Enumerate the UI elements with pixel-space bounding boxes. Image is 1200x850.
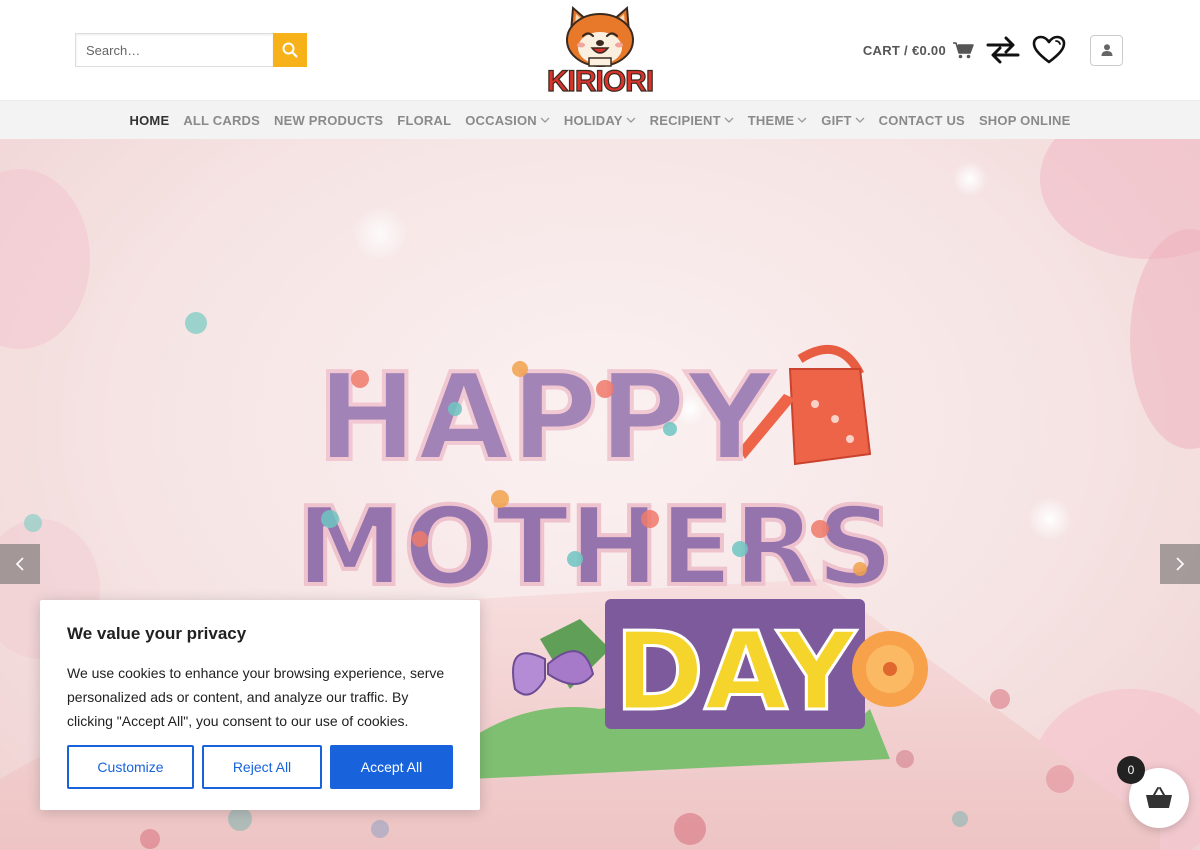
nav-item-occasion[interactable]: OCCASION — [465, 113, 550, 128]
nav-item-label: OCCASION — [465, 112, 537, 128]
cookie-description: We use cookies to enhance your browsing … — [67, 665, 445, 729]
search-icon — [282, 42, 298, 58]
main-nav: HOME ALL CARDS NEW PRODUCTS FLORAL OCCASION H… — [0, 100, 1200, 139]
chevron-down-icon — [797, 116, 807, 124]
heart-icon[interactable] — [1032, 35, 1066, 65]
nav-item-label: GIFT — [821, 112, 852, 128]
nav-item-new-products[interactable]: NEW PRODUCTS — [274, 113, 383, 128]
shiba-dog-logo — [566, 5, 634, 67]
site-header: KIRIORI CART / €0.00 — [0, 0, 1200, 100]
nav-item-all-cards[interactable]: ALL CARDS — [183, 113, 260, 128]
cookie-consent-banner: We value your privacy We use cookies to … — [40, 600, 480, 810]
slider-prev-button[interactable] — [0, 544, 40, 584]
cookie-buttons: Customize Reject All Accept All — [67, 745, 453, 789]
nav-item-label: ALL CARDS — [183, 112, 260, 128]
hero-happy-text: HAPPY — [317, 349, 775, 488]
nav-list: HOME ALL CARDS NEW PRODUCTS FLORAL OCCASION H… — [0, 101, 1200, 139]
nav-item-theme[interactable]: THEME — [748, 113, 808, 128]
customize-button[interactable]: Customize — [67, 745, 194, 789]
nav-item-shop-online[interactable]: SHOP ONLINE — [979, 113, 1071, 128]
chevron-left-icon — [15, 557, 24, 571]
nav-item-recipient[interactable]: RECIPIENT — [650, 113, 734, 128]
hero-day-text: DAY — [614, 610, 857, 735]
chevron-down-icon — [724, 116, 734, 124]
nav-item-label: HOME — [129, 112, 170, 128]
reject-all-button[interactable]: Reject All — [202, 745, 322, 789]
nav-item-gift[interactable]: GIFT — [821, 112, 865, 128]
slider-next-button[interactable] — [1160, 544, 1200, 584]
site-logo[interactable]: KIRIORI — [529, 4, 671, 99]
cart-count-badge: 0 — [1117, 756, 1145, 784]
nav-item-label: FLORAL — [397, 112, 452, 128]
search-input[interactable] — [75, 33, 273, 67]
search-form — [75, 33, 307, 67]
chevron-down-icon — [626, 116, 636, 124]
chevron-down-icon — [540, 116, 550, 124]
nav-item-home[interactable]: HOME — [130, 113, 170, 128]
nav-item-holiday[interactable]: HOLIDAY — [564, 113, 636, 128]
user-icon — [1101, 44, 1112, 56]
nav-item-label: NEW PRODUCTS — [274, 112, 384, 128]
nav-item-label: RECIPIENT — [649, 112, 721, 128]
nav-item-contact-us[interactable]: CONTACT US — [879, 113, 965, 128]
cart-amount: €0.00 — [911, 42, 946, 58]
nav-item-label: HOLIDAY — [563, 112, 623, 128]
basket-icon — [1146, 787, 1172, 808]
header-actions: CART / €0.00 — [863, 30, 1123, 70]
logo-text: KIRIORI — [547, 65, 653, 96]
search-button[interactable] — [273, 33, 307, 67]
nav-item-label: CONTACT US — [878, 112, 965, 128]
hero-mothers-text: MOTHERS — [296, 485, 894, 610]
cart-link[interactable]: CART / €0.00 — [863, 41, 974, 59]
cookie-title: We value your privacy — [67, 624, 247, 643]
cart-icon — [952, 41, 974, 59]
compare-icon[interactable] — [986, 35, 1020, 65]
cart-label: CART / — [862, 42, 908, 58]
nav-item-label: SHOP ONLINE — [978, 112, 1071, 128]
account-button[interactable] — [1090, 34, 1123, 66]
chevron-down-icon — [855, 116, 865, 124]
nav-item-floral[interactable]: FLORAL — [397, 113, 451, 128]
chevron-right-icon — [1176, 557, 1185, 571]
accept-all-button[interactable]: Accept All — [330, 745, 453, 789]
nav-item-label: THEME — [747, 112, 795, 128]
